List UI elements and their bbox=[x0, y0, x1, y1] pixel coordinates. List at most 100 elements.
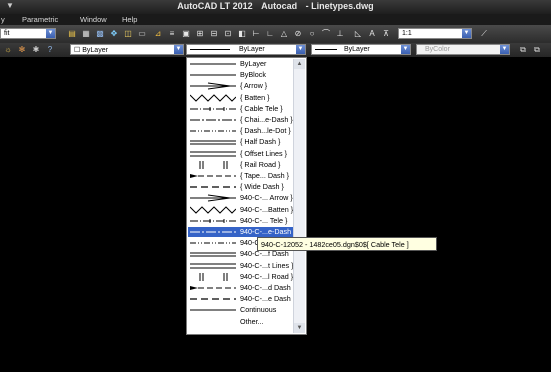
window-title: AutoCAD LT 2012 Autocad - Linetypes.dwg bbox=[0, 1, 551, 11]
linetype-option[interactable]: { Offset Lines } bbox=[188, 149, 294, 159]
text-style-icon[interactable]: A bbox=[366, 28, 378, 39]
baseline-icon[interactable]: ⊥ bbox=[334, 28, 346, 39]
chevron-down-icon[interactable]: ▼ bbox=[296, 45, 305, 54]
grid-icon[interactable]: ▩ bbox=[94, 28, 106, 39]
linetype-combo-value: ByLayer bbox=[239, 46, 265, 53]
layer-state-icon[interactable]: ☼ bbox=[2, 44, 14, 55]
linetype-option[interactable]: Continuous bbox=[188, 305, 294, 315]
linetype-preview bbox=[190, 172, 236, 180]
linetype-option[interactable]: Other... bbox=[188, 317, 294, 327]
linetype-option[interactable]: { Arrow } bbox=[188, 81, 294, 91]
linetype-option[interactable]: { Chai...e-Dash } bbox=[188, 115, 294, 125]
linetype-option[interactable]: { Cable Tele } bbox=[188, 104, 294, 114]
linetype-preview bbox=[190, 306, 236, 314]
column-icon[interactable]: ⊡ bbox=[222, 28, 234, 39]
linetype-option-label: { Chai...e-Dash } bbox=[240, 115, 293, 124]
linetype-preview bbox=[190, 183, 236, 191]
scroll-down-icon[interactable]: ▼ bbox=[294, 323, 305, 333]
layer-icon[interactable]: ▭ bbox=[136, 28, 148, 39]
dim-style-icon[interactable]: ◺ bbox=[352, 28, 364, 39]
linetype-option[interactable]: { Batten } bbox=[188, 93, 294, 103]
linetype-preview bbox=[190, 116, 236, 124]
linetype-preview bbox=[190, 250, 236, 258]
linetype-option[interactable]: 940-C-... Tele } bbox=[188, 216, 294, 226]
linetype-option-label: 940-C-...e-Dash bbox=[240, 227, 292, 236]
linetype-option[interactable]: 940-C-...e-Dash bbox=[188, 227, 294, 237]
linetype-option[interactable]: { Wide Dash } bbox=[188, 182, 294, 192]
linetype-preview bbox=[190, 295, 236, 303]
menu-item-window[interactable]: Window bbox=[80, 15, 107, 24]
chevron-down-icon[interactable]: ▼ bbox=[500, 45, 509, 54]
linetype-preview bbox=[190, 262, 236, 270]
open-icon[interactable]: ▤ bbox=[66, 28, 78, 39]
menu-item-parametric[interactable]: Parametric bbox=[22, 15, 58, 24]
linetype-option[interactable]: 940-C-...d Dash bbox=[188, 283, 294, 293]
menu-item-help[interactable]: Help bbox=[122, 15, 137, 24]
color-combo[interactable]: ☐ ByLayer ▼ bbox=[70, 44, 184, 55]
chevron-down-icon[interactable]: ▼ bbox=[462, 29, 471, 38]
plotstyle-combo[interactable]: ByColor ▼ bbox=[416, 44, 510, 55]
linear-dim-icon[interactable]: ⊢ bbox=[250, 28, 262, 39]
layer-lock-icon[interactable]: ✱ bbox=[30, 44, 42, 55]
table-icon[interactable]: ⊟ bbox=[208, 28, 220, 39]
linetype-option-label: 940-C-...l Road } bbox=[240, 271, 294, 281]
text-icon[interactable]: ≡ bbox=[166, 28, 178, 39]
plotstyle-combo-value: ByColor bbox=[425, 46, 450, 53]
color-combo-value: ☐ ByLayer bbox=[74, 47, 108, 54]
document-app: Autocad bbox=[261, 1, 298, 11]
linetype-preview bbox=[190, 127, 236, 135]
linetype-preview bbox=[189, 93, 237, 102]
multiline-icon[interactable]: ⧉ bbox=[517, 44, 529, 55]
zoom-combo[interactable]: fit ▼ bbox=[0, 28, 56, 39]
linetype-preview bbox=[190, 228, 236, 236]
linetype-option[interactable]: ByBlock bbox=[188, 70, 294, 80]
help-icon[interactable]: ? bbox=[44, 44, 56, 55]
lineweight-preview bbox=[315, 49, 337, 50]
linetype-option[interactable]: 940-C-...Batten } bbox=[188, 205, 294, 215]
angular-dim-icon[interactable]: ∟ bbox=[264, 28, 276, 39]
save-icon[interactable]: ▦ bbox=[80, 28, 92, 39]
lineweight-combo-value: ByLayer bbox=[344, 46, 370, 53]
no-entry-icon[interactable]: ⊘ bbox=[292, 28, 304, 39]
linetype-dropdown[interactable]: ByLayer ByBlock{ Arrow } { Batten }{ Cable… bbox=[186, 57, 307, 335]
block-icon[interactable]: ◧ bbox=[236, 28, 248, 39]
linetype-option[interactable]: { Half Dash } bbox=[188, 137, 294, 147]
linetype-option-label: { Cable Tele } bbox=[240, 103, 283, 113]
chevron-down-icon[interactable]: ▼ bbox=[174, 45, 183, 54]
linetype-option-label: 940-C-...d Dash bbox=[240, 283, 291, 292]
linetype-preview bbox=[190, 318, 236, 326]
scale-combo[interactable]: 1:1 ▼ bbox=[398, 28, 472, 39]
arc-icon[interactable]: ⌒ bbox=[320, 28, 332, 39]
linetype-option[interactable]: { Rail Road } bbox=[188, 160, 294, 170]
linetype-option[interactable]: 940-C-... Arrow } bbox=[188, 193, 294, 203]
properties-icon[interactable]: ◫ bbox=[122, 28, 134, 39]
lineweight-combo[interactable]: ByLayer ▼ bbox=[311, 44, 411, 55]
linetype-option[interactable]: 940-C-...e Dash bbox=[188, 294, 294, 304]
align-icon[interactable]: ▣ bbox=[180, 28, 192, 39]
linetype-preview bbox=[190, 160, 236, 169]
linetype-option-label: 940-C-...Batten } bbox=[240, 204, 294, 214]
chevron-down-icon[interactable]: ▼ bbox=[401, 45, 410, 54]
dimension-icon[interactable]: ⊿ bbox=[152, 28, 164, 39]
scroll-up-icon[interactable]: ▲ bbox=[294, 59, 305, 69]
color-combo-label: ByLayer bbox=[82, 47, 108, 54]
table-style-icon[interactable]: ⊼ bbox=[380, 28, 392, 39]
chevron-down-icon[interactable]: ▼ bbox=[46, 29, 55, 38]
annotation-icon[interactable]: ⟋ bbox=[478, 28, 490, 39]
circle-icon[interactable]: ○ bbox=[306, 28, 318, 39]
layer-freeze-icon[interactable]: ✻ bbox=[16, 44, 28, 55]
linetype-option[interactable]: { Dash...le-Dot } bbox=[188, 126, 294, 136]
linetype-option[interactable]: ByLayer bbox=[188, 59, 294, 69]
dropdown-scrollbar[interactable]: ▲ ▼ bbox=[293, 59, 305, 333]
linetype-combo[interactable]: ByLayer ▼ bbox=[186, 44, 306, 55]
linetype-option-label: { Half Dash } bbox=[240, 137, 281, 147]
grid-view-icon[interactable]: ⊞ bbox=[194, 28, 206, 39]
copy-icon[interactable]: ⧉ bbox=[531, 44, 543, 55]
menu-item-y[interactable]: y bbox=[1, 15, 5, 24]
linetype-option[interactable]: 940-C-...t Lines } bbox=[188, 261, 294, 271]
pan-icon[interactable]: ✥ bbox=[108, 28, 120, 39]
linetype-option[interactable]: 940-C-...l Road } bbox=[188, 272, 294, 282]
linetype-option[interactable]: { Tape... Dash } bbox=[188, 171, 294, 181]
triangle-icon[interactable]: △ bbox=[278, 28, 290, 39]
linetype-option-label: 940-C-...e Dash bbox=[240, 294, 291, 304]
